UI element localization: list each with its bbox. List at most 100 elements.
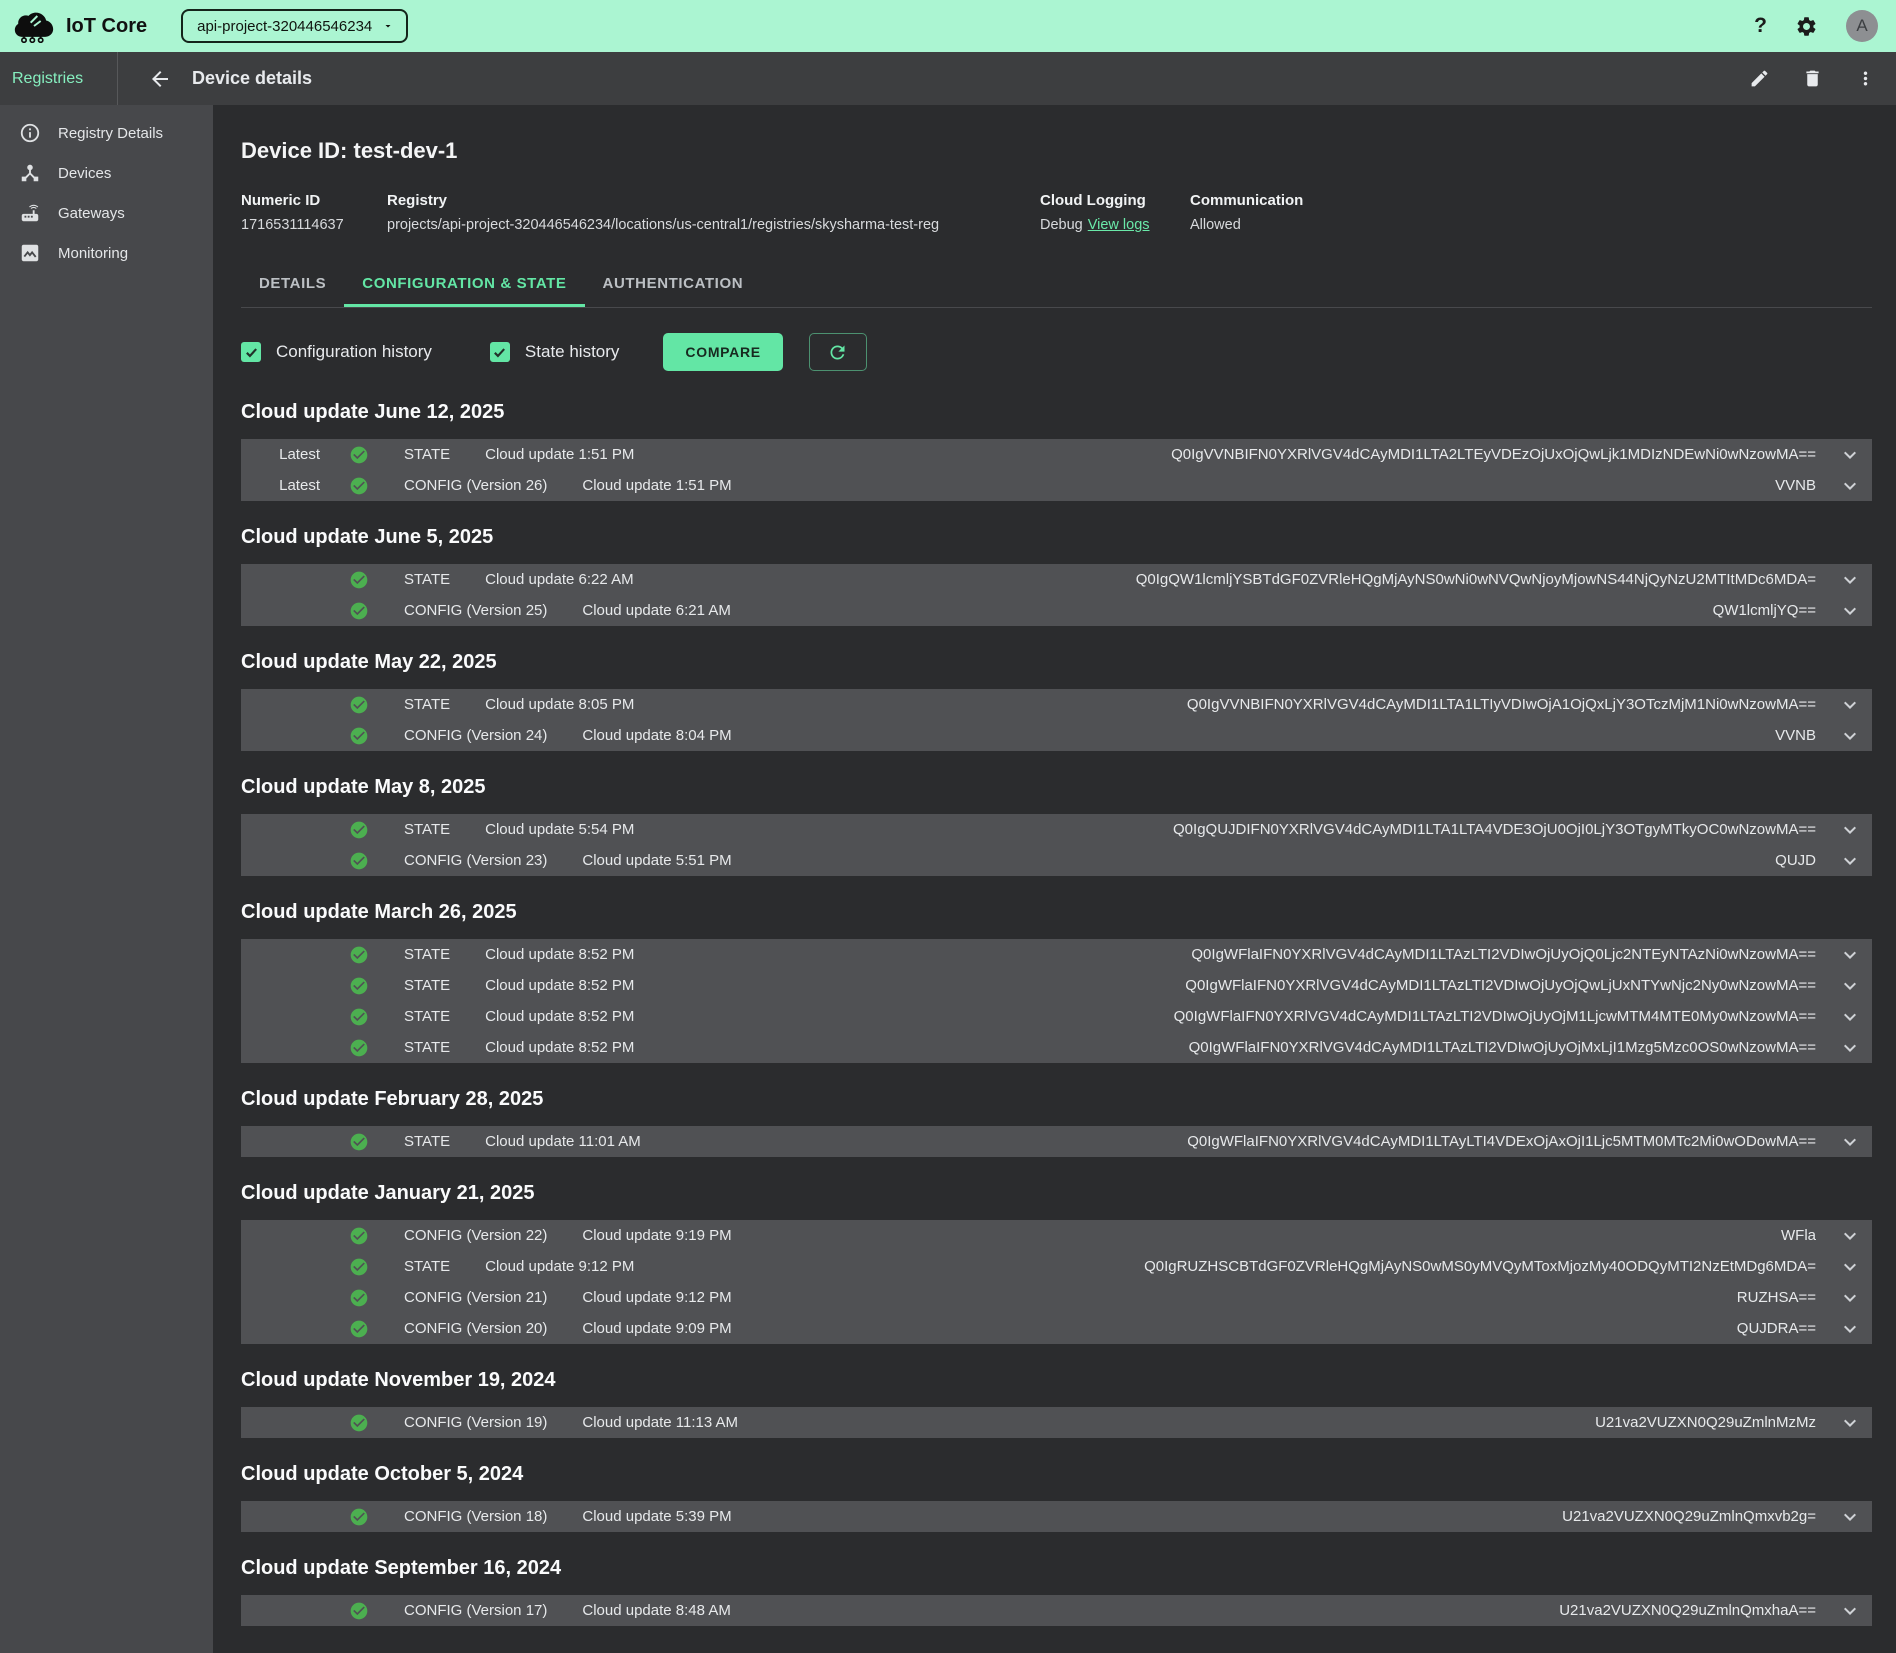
expand-chevron-down-icon[interactable] <box>1838 849 1862 873</box>
sidebar-item-monitoring[interactable]: Monitoring <box>0 233 213 273</box>
expand-chevron-down-icon[interactable] <box>1838 1317 1862 1341</box>
entry-encoded-value: Q0IgVVNBIFN0YXRlVGV4dCAyMDI1LTA2LTEyVDEz… <box>1171 446 1816 463</box>
history-row-group: CONFIG (Version 22)Cloud update 9:19 PMW… <box>241 1220 1872 1344</box>
history-row[interactable]: CONFIG (Version 17)Cloud update 8:48 AMU… <box>241 1595 1872 1626</box>
history-row[interactable]: STATECloud update 8:52 PMQ0IgWFlaIFN0YXR… <box>241 970 1872 1001</box>
history-row[interactable]: STATECloud update 8:05 PMQ0IgVVNBIFN0YXR… <box>241 689 1872 720</box>
history-row[interactable]: CONFIG (Version 19)Cloud update 11:13 AM… <box>241 1407 1872 1438</box>
history-row-group: STATECloud update 8:05 PMQ0IgVVNBIFN0YXR… <box>241 689 1872 751</box>
sidebar-item-devices[interactable]: Devices <box>0 153 213 193</box>
entry-update-time: Cloud update 8:52 PM <box>485 1039 634 1056</box>
view-logs-link[interactable]: View logs <box>1088 217 1150 233</box>
expand-chevron-down-icon[interactable] <box>1838 443 1862 467</box>
compare-button[interactable]: COMPARE <box>663 333 782 371</box>
entry-encoded-value: QUJDRA== <box>1737 1320 1816 1337</box>
expand-chevron-down-icon[interactable] <box>1838 474 1862 498</box>
entry-encoded-value: QW1lcmljYQ== <box>1713 602 1816 619</box>
entry-update-time: Cloud update 5:51 PM <box>582 852 731 869</box>
history-row[interactable]: STATECloud update 6:22 AMQ0IgQW1lcmljYSB… <box>241 564 1872 595</box>
sidebar-item-gateways[interactable]: Gateways <box>0 193 213 233</box>
entry-kind-label: STATE <box>404 1133 450 1150</box>
expand-chevron-down-icon[interactable] <box>1838 693 1862 717</box>
expand-chevron-down-icon[interactable] <box>1838 974 1862 998</box>
history-section: Cloud update May 22, 2025STATECloud upda… <box>241 651 1872 751</box>
communication-value: Allowed <box>1190 217 1303 233</box>
entry-update-time: Cloud update 5:39 PM <box>582 1508 731 1525</box>
back-arrow-icon[interactable] <box>148 66 174 92</box>
history-row[interactable]: LatestSTATECloud update 1:51 PMQ0IgVVNBI… <box>241 439 1872 470</box>
history-row[interactable]: STATECloud update 5:54 PMQ0IgQUJDIFN0YXR… <box>241 814 1872 845</box>
more-options-kebab-icon[interactable] <box>1855 68 1876 89</box>
history-row-group: CONFIG (Version 19)Cloud update 11:13 AM… <box>241 1407 1872 1438</box>
expand-chevron-down-icon[interactable] <box>1838 568 1862 592</box>
entry-encoded-value: QUJD <box>1775 852 1816 869</box>
entry-update-time: Cloud update 9:12 PM <box>485 1258 634 1275</box>
section-date-heading: Cloud update November 19, 2024 <box>241 1369 1872 1392</box>
history-row[interactable]: STATECloud update 8:52 PMQ0IgWFlaIFN0YXR… <box>241 939 1872 970</box>
history-row[interactable]: STATECloud update 8:52 PMQ0IgWFlaIFN0YXR… <box>241 1032 1872 1063</box>
entry-update-time: Cloud update 9:12 PM <box>582 1289 731 1306</box>
help-icon[interactable]: ? <box>1754 14 1767 38</box>
expand-chevron-down-icon[interactable] <box>1838 1286 1862 1310</box>
edit-pencil-icon[interactable] <box>1749 68 1770 89</box>
device-meta-row: Numeric ID 1716531114637 Registry projec… <box>241 192 1872 233</box>
expand-chevron-down-icon[interactable] <box>1838 1130 1862 1154</box>
expand-chevron-down-icon[interactable] <box>1838 1599 1862 1623</box>
history-row[interactable]: LatestCONFIG (Version 26)Cloud update 1:… <box>241 470 1872 501</box>
history-row[interactable]: STATECloud update 8:52 PMQ0IgWFlaIFN0YXR… <box>241 1001 1872 1032</box>
user-avatar[interactable]: A <box>1846 10 1878 42</box>
cloud-logging-value: Debug <box>1040 217 1083 233</box>
expand-chevron-down-icon[interactable] <box>1838 1005 1862 1029</box>
entry-update-time: Cloud update 6:22 AM <box>485 571 633 588</box>
expand-chevron-down-icon[interactable] <box>1838 818 1862 842</box>
entry-update-time: Cloud update 11:01 AM <box>485 1133 641 1150</box>
section-date-heading: Cloud update June 5, 2025 <box>241 526 1872 549</box>
expand-chevron-down-icon[interactable] <box>1838 1036 1862 1060</box>
history-row[interactable]: CONFIG (Version 20)Cloud update 9:09 PMQ… <box>241 1313 1872 1344</box>
iot-core-logo-icon <box>12 6 56 46</box>
history-section: Cloud update March 26, 2025STATECloud up… <box>241 901 1872 1063</box>
tab-configuration-state[interactable]: CONFIGURATION & STATE <box>344 263 584 307</box>
history-row[interactable]: CONFIG (Version 24)Cloud update 8:04 PMV… <box>241 720 1872 751</box>
expand-chevron-down-icon[interactable] <box>1838 1505 1862 1529</box>
entry-update-time: Cloud update 8:52 PM <box>485 977 634 994</box>
entry-update-time: Cloud update 9:09 PM <box>582 1320 731 1337</box>
check-circle-icon <box>349 1132 369 1152</box>
expand-chevron-down-icon[interactable] <box>1838 943 1862 967</box>
history-row[interactable]: CONFIG (Version 25)Cloud update 6:21 AMQ… <box>241 595 1872 626</box>
history-row[interactable]: STATECloud update 9:12 PMQ0IgRUZHSCBTdGF… <box>241 1251 1872 1282</box>
pagebar-divider <box>117 52 118 105</box>
entry-kind-label: STATE <box>404 571 450 588</box>
history-row[interactable]: CONFIG (Version 23) Cloud update 5:51 PM Q… <box>241 845 1872 876</box>
state-history-checkbox[interactable] <box>490 342 510 362</box>
expand-chevron-down-icon[interactable] <box>1838 1255 1862 1279</box>
check-circle-icon <box>349 1601 369 1621</box>
sidebar-item-label: Devices <box>58 165 111 182</box>
entry-kind-label: STATE <box>404 821 450 838</box>
project-selector[interactable]: api-project-320446546234 <box>181 9 408 43</box>
device-hub-icon <box>19 162 41 184</box>
sidebar-nav: Registry Details Devices GatewaysMonitorin… <box>0 105 213 1653</box>
expand-chevron-down-icon[interactable] <box>1838 1224 1862 1248</box>
check-circle-icon <box>349 1226 369 1246</box>
registries-context-label[interactable]: Registries <box>0 70 117 88</box>
tab-details[interactable]: DETAILS <box>241 263 344 307</box>
expand-chevron-down-icon[interactable] <box>1838 724 1862 748</box>
refresh-button[interactable] <box>809 333 867 371</box>
delete-trash-icon[interactable] <box>1802 68 1823 89</box>
entry-kind-label: STATE <box>404 446 450 463</box>
tab-authentication[interactable]: AUTHENTICATION <box>585 263 762 307</box>
entry-kind-label: CONFIG (Version 17) <box>404 1602 547 1619</box>
expand-chevron-down-icon[interactable] <box>1838 1411 1862 1435</box>
history-row[interactable]: CONFIG (Version 21)Cloud update 9:12 PMR… <box>241 1282 1872 1313</box>
history-section: Cloud update June 12, 2025LatestSTATEClo… <box>241 401 1872 501</box>
history-row[interactable]: CONFIG (Version 22)Cloud update 9:19 PMW… <box>241 1220 1872 1251</box>
history-row[interactable]: STATECloud update 11:01 AMQ0IgWFlaIFN0YX… <box>241 1126 1872 1157</box>
entry-kind-label: CONFIG (Version 23) <box>404 852 547 869</box>
entry-encoded-value: Q0IgQUJDIFN0YXRlVGV4dCAyMDI1LTA1LTA4VDE3… <box>1173 821 1816 838</box>
sidebar-item-registry-details[interactable]: Registry Details <box>0 113 213 153</box>
settings-gear-icon[interactable] <box>1795 15 1818 38</box>
configuration-history-checkbox[interactable] <box>241 342 261 362</box>
history-row[interactable]: CONFIG (Version 18)Cloud update 5:39 PMU… <box>241 1501 1872 1532</box>
expand-chevron-down-icon[interactable] <box>1838 599 1862 623</box>
